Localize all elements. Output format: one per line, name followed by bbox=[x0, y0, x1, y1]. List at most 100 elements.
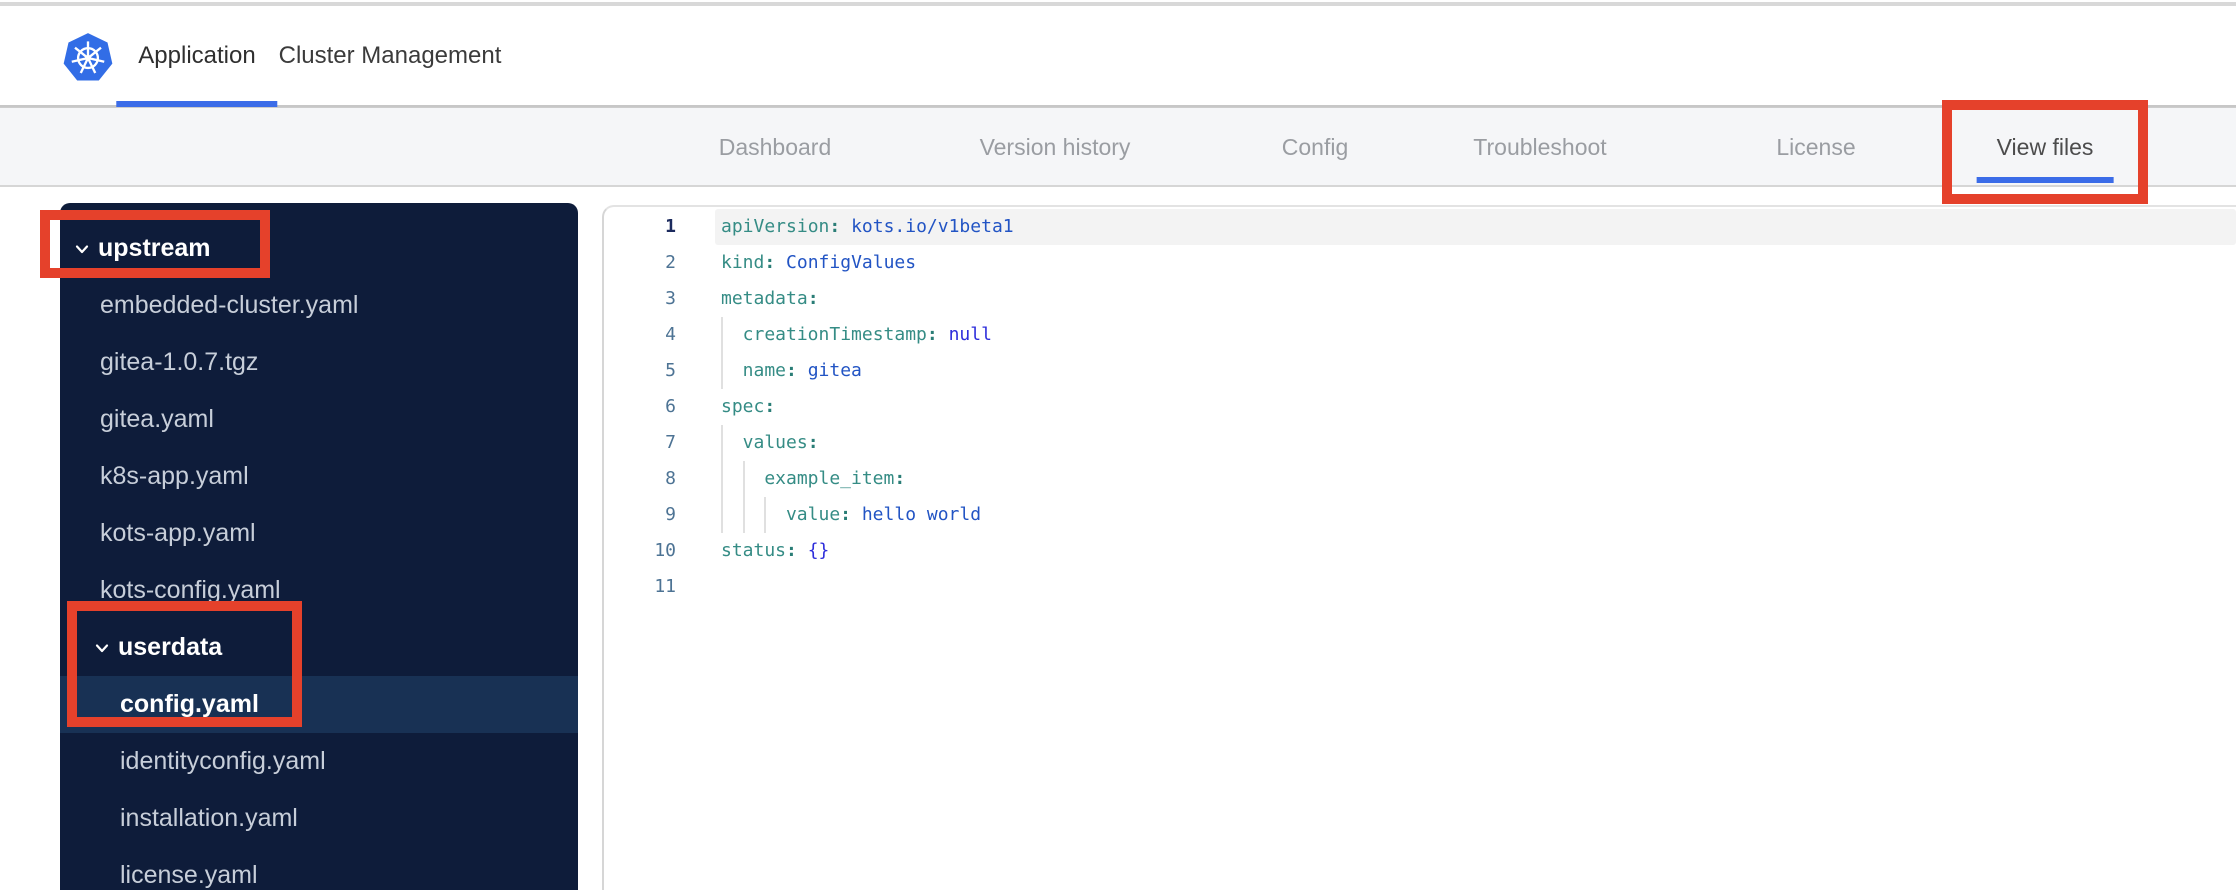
token-kw: null bbox=[948, 324, 992, 345]
token-val: hello world bbox=[861, 504, 982, 525]
file-label: installation.yaml bbox=[120, 804, 298, 832]
tab-cluster-management[interactable]: Cluster Management bbox=[279, 6, 502, 105]
tab-license[interactable]: License bbox=[1776, 108, 1855, 186]
line-content: example_item: bbox=[715, 461, 2236, 497]
token-colon: : bbox=[807, 432, 819, 453]
file-label: k8s-app.yaml bbox=[100, 462, 249, 490]
chevron-down-icon bbox=[95, 643, 109, 652]
yaml-code-editor[interactable]: 1 apiVersion: kots.io/v1beta1 2 kind: Confi… bbox=[602, 205, 2236, 890]
token-kw: {} bbox=[807, 540, 830, 561]
indent-guide bbox=[721, 497, 743, 533]
code-line-1[interactable]: 1 apiVersion: kots.io/v1beta1 bbox=[604, 209, 2236, 245]
code-line-11[interactable]: 11 bbox=[604, 569, 2236, 605]
token-key: spec bbox=[721, 396, 765, 417]
token-colon: : bbox=[786, 360, 808, 381]
line-number: 1 bbox=[665, 216, 676, 237]
code-line-4[interactable]: 4 creationTimestamp: null bbox=[604, 317, 2236, 353]
tree-file-gitea-yaml[interactable]: gitea.yaml bbox=[60, 391, 578, 448]
code-line-6[interactable]: 6 spec: bbox=[604, 389, 2236, 425]
code-line-5[interactable]: 5 name: gitea bbox=[604, 353, 2236, 389]
app-subnav: Dashboard Version history Config Troublesho… bbox=[0, 107, 2236, 187]
line-number: 2 bbox=[665, 252, 676, 273]
token-key: status bbox=[721, 540, 787, 561]
token-key: name bbox=[742, 360, 787, 381]
tree-file-installation-yaml[interactable]: installation.yaml bbox=[60, 790, 578, 847]
tree-folder-upstream[interactable]: upstream bbox=[60, 220, 578, 277]
folder-label: userdata bbox=[118, 633, 223, 661]
line-content: kind: ConfigValues bbox=[715, 245, 2236, 281]
token-colon: : bbox=[764, 252, 787, 273]
token-key: creationTimestamp bbox=[742, 324, 927, 345]
token-key: kind bbox=[721, 252, 765, 273]
line-number: 8 bbox=[665, 468, 676, 489]
indent-guide bbox=[742, 497, 765, 533]
indent-guide bbox=[721, 425, 743, 461]
file-label: kots-config.yaml bbox=[100, 576, 281, 604]
tree-file-identityconfig-yaml[interactable]: identityconfig.yaml bbox=[60, 733, 578, 790]
token-colon: : bbox=[829, 216, 852, 237]
indent-guide bbox=[721, 317, 743, 353]
tree-file-gitea-1-0-7-tgz[interactable]: gitea-1.0.7.tgz bbox=[60, 334, 578, 391]
line-number: 9 bbox=[665, 504, 676, 525]
token-val: ConfigValues bbox=[786, 252, 917, 273]
file-label: kots-app.yaml bbox=[100, 519, 256, 547]
line-content: creationTimestamp: null bbox=[715, 317, 2236, 353]
code-line-2[interactable]: 2 kind: ConfigValues bbox=[604, 245, 2236, 281]
line-number: 10 bbox=[654, 540, 676, 561]
file-label: config.yaml bbox=[120, 690, 259, 718]
tab-troubleshoot[interactable]: Troubleshoot bbox=[1473, 108, 1606, 186]
line-content: values: bbox=[715, 425, 2236, 461]
file-label: license.yaml bbox=[120, 861, 258, 889]
line-number: 6 bbox=[665, 396, 676, 417]
chevron-down-icon bbox=[75, 244, 89, 253]
tree-file-kots-config-yaml[interactable]: kots-config.yaml bbox=[60, 562, 578, 619]
line-content: value: hello world bbox=[715, 497, 2236, 533]
indent-guide bbox=[742, 461, 765, 497]
tree-file-embedded-cluster-yaml[interactable]: embedded-cluster.yaml bbox=[60, 277, 578, 334]
code-line-8[interactable]: 8 example_item: bbox=[604, 461, 2236, 497]
file-label: gitea-1.0.7.tgz bbox=[100, 348, 259, 376]
code-line-9[interactable]: 9 value: hello world bbox=[604, 497, 2236, 533]
token-val: kots.io/v1beta1 bbox=[851, 216, 1014, 237]
tree-folder-userdata[interactable]: userdata bbox=[60, 619, 578, 676]
line-content: name: gitea bbox=[715, 353, 2236, 389]
code-line-10[interactable]: 10 status: {} bbox=[604, 533, 2236, 569]
token-colon: : bbox=[926, 324, 949, 345]
tree-file-config-yaml[interactable]: config.yaml bbox=[60, 676, 578, 733]
tab-application[interactable]: Application bbox=[116, 6, 279, 107]
line-number: 5 bbox=[665, 360, 676, 381]
tree-file-k8s-app-yaml[interactable]: k8s-app.yaml bbox=[60, 448, 578, 505]
token-key: values bbox=[742, 432, 808, 453]
tab-dashboard[interactable]: Dashboard bbox=[719, 108, 832, 186]
token-val: gitea bbox=[807, 360, 862, 381]
app-header: Application Cluster Management bbox=[0, 6, 2236, 107]
line-content: spec: bbox=[715, 389, 2236, 425]
code-line-3[interactable]: 3 metadata: bbox=[604, 281, 2236, 317]
tab-view-files[interactable]: View files bbox=[1976, 108, 2114, 186]
line-content bbox=[715, 569, 2236, 605]
file-label: identityconfig.yaml bbox=[120, 747, 326, 775]
line-content: status: {} bbox=[715, 533, 2236, 569]
token-colon: : bbox=[807, 288, 819, 309]
line-number: 11 bbox=[654, 576, 676, 597]
indent-guide bbox=[721, 461, 743, 497]
token-colon: : bbox=[840, 504, 862, 525]
file-label: embedded-cluster.yaml bbox=[100, 291, 359, 319]
line-content: apiVersion: kots.io/v1beta1 bbox=[715, 209, 2236, 245]
indent-guide bbox=[721, 353, 743, 389]
token-key: value bbox=[785, 504, 841, 525]
tree-file-kots-app-yaml[interactable]: kots-app.yaml bbox=[60, 505, 578, 562]
line-number: 7 bbox=[665, 432, 676, 453]
token-key: metadata bbox=[721, 288, 808, 309]
line-number: 3 bbox=[665, 288, 676, 309]
tab-config[interactable]: Config bbox=[1282, 108, 1348, 186]
token-colon: : bbox=[894, 468, 906, 489]
code-line-7[interactable]: 7 values: bbox=[604, 425, 2236, 461]
folder-label: upstream bbox=[98, 234, 211, 262]
token-colon: : bbox=[786, 540, 808, 561]
token-key: apiVersion bbox=[721, 216, 830, 237]
file-tree-sidebar: upstream embedded-cluster.yaml gitea-1.0.7… bbox=[60, 203, 578, 890]
token-colon: : bbox=[764, 396, 776, 417]
tree-file-license-yaml[interactable]: license.yaml bbox=[60, 847, 578, 890]
tab-version-history[interactable]: Version history bbox=[980, 108, 1131, 186]
